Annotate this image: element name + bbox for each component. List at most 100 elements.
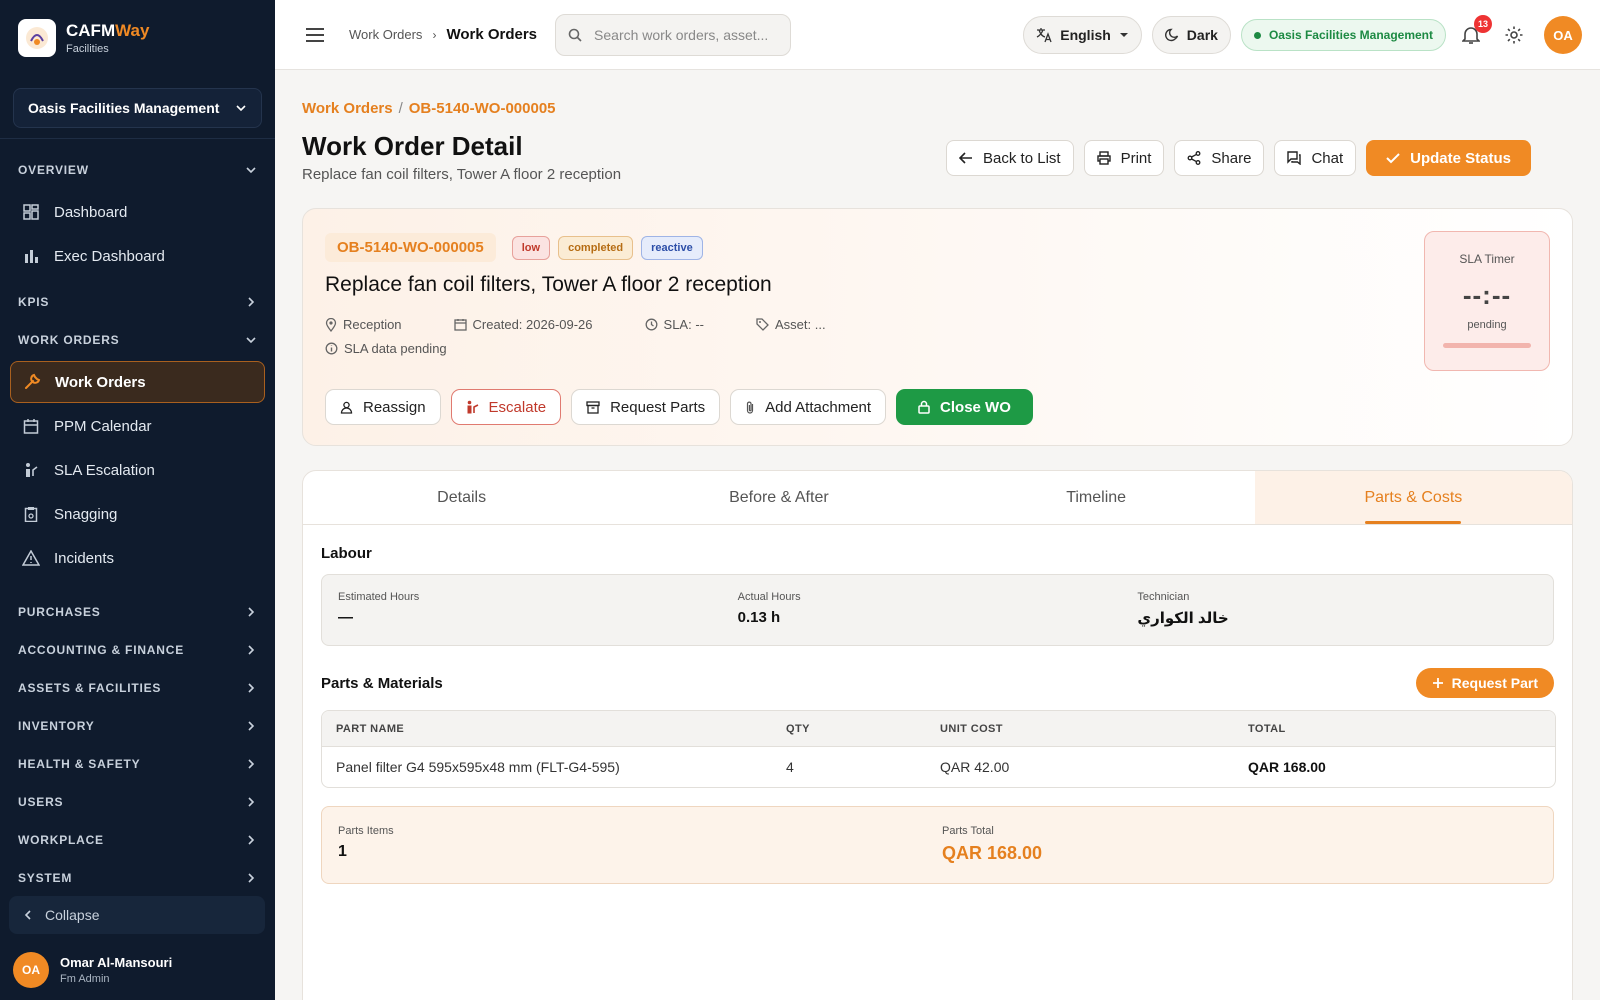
sidebar-item-work-orders[interactable]: Work Orders [10,361,265,403]
bar-chart-icon [22,247,40,265]
section-overview[interactable]: OVERVIEW [0,151,275,189]
section-system[interactable]: SYSTEM [0,859,275,897]
breadcrumb-current[interactable]: OB-5140-WO-000005 [409,100,556,117]
tab-parts-costs[interactable]: Parts & Costs [1254,471,1572,524]
divider [0,138,275,139]
language-selector[interactable]: English [1023,16,1142,54]
sidebar-item-label: SLA Escalation [54,461,155,479]
hamburger-icon[interactable] [305,27,325,43]
search-icon [568,28,582,42]
sidebar: CAFMWay Facilities Oasis Facilities Mana… [0,0,275,1000]
col-qty: QTY [772,711,926,747]
status-badge: completed [558,235,634,260]
sidebar-item-exec-dashboard[interactable]: Exec Dashboard [10,235,265,277]
share-button[interactable]: Share [1174,140,1265,176]
sidebar-item-snagging[interactable]: Snagging [10,493,265,535]
sla-timer-label: SLA Timer [1459,252,1515,266]
cell-qty: 4 [786,759,794,775]
meta-created: Created: 2026-09-26 [453,317,619,332]
section-assets[interactable]: ASSETS & FACILITIES [0,669,275,707]
chevron-left-icon [23,909,33,921]
user-profile[interactable]: OA Omar Al-Mansouri Fm Admin [13,952,172,988]
work-order-code: OB-5140-WO-000005 [325,233,496,262]
button-label: Chat [1311,149,1344,167]
actual-hours-label: Actual Hours [737,591,801,603]
header-actions: Back to List Print Share Chat Update Sta… [936,140,1531,176]
collapse-button[interactable]: Collapse [9,896,265,934]
location-pin-icon [325,317,337,332]
theme-toggle[interactable]: Dark [1151,16,1231,54]
back-to-list-button[interactable]: Back to List [946,140,1074,176]
request-parts-button[interactable]: Request Parts [571,389,721,425]
actual-hours: Actual Hours 0.13 h [738,591,1138,629]
sidebar-item-ppm-calendar[interactable]: PPM Calendar [10,405,265,447]
technician-label: Technician [1137,591,1190,603]
avatar: OA [13,952,49,988]
section-kpis[interactable]: KPIS [0,283,275,321]
col-unit-cost: UNIT COST [926,711,1234,747]
moon-icon [1164,28,1179,42]
sidebar-item-incidents[interactable]: Incidents [10,537,265,579]
section-purchases[interactable]: PURCHASES [0,593,275,631]
section-users[interactable]: USERS [0,783,275,821]
section-label: HEALTH & SAFETY [18,757,141,771]
parts-summary: Parts Items 1 Parts Total QAR 168.00 [321,806,1554,884]
parts-total: Parts Total QAR 168.00 [942,825,1042,865]
section-accounting[interactable]: ACCOUNTING & FINANCE [0,631,275,669]
work-order-tabs-panel: Details Before & After Timeline Parts & … [302,470,1573,1000]
meta-asset-text: Asset: ... [775,317,826,332]
cell-unit-cost: QAR 42.00 [940,759,1010,775]
settings-button[interactable] [1504,25,1524,45]
parts-total-label: Parts Total [942,825,994,837]
box-icon [586,400,600,414]
escalate-button[interactable]: Escalate [450,389,562,425]
sla-timer-card: SLA Timer --:-- pending [1424,231,1550,371]
sidebar-item-dashboard[interactable]: Dashboard [10,191,265,233]
share-icon [1187,151,1201,165]
meta-location: Reception [325,317,428,332]
button-label: Print [1120,149,1152,167]
brand-sub: Facilities [66,43,109,55]
chevron-right-icon [248,797,255,807]
labour-panel: Estimated Hours — Actual Hours 0.13 h Te… [321,574,1554,646]
print-button[interactable]: Print [1083,140,1165,176]
wrench-icon [23,373,41,391]
sidebar-item-sla-escalation[interactable]: SLA Escalation [10,449,265,491]
table-row[interactable]: Panel filter G4 595x595x48 mm (FLT-G4-59… [322,747,1555,787]
request-part-button[interactable]: Request Part [1415,668,1554,698]
escalation-icon [466,400,479,414]
org-status-badge[interactable]: Oasis Facilities Management [1240,19,1446,51]
chat-button[interactable]: Chat [1274,140,1357,176]
sidebar-item-label: PPM Calendar [54,417,152,435]
section-workplace[interactable]: WORKPLACE [0,821,275,859]
update-status-button[interactable]: Update Status [1366,140,1531,176]
chevron-down-icon [246,167,256,174]
button-label: Add Attachment [765,398,872,416]
labour-title: Labour [321,545,372,562]
user-avatar[interactable]: OA [1544,16,1582,54]
tag-icon [756,318,769,331]
meta-created-text: Created: 2026-09-26 [472,317,593,332]
reassign-button[interactable]: Reassign [325,389,441,425]
meta-sla: SLA: -- [645,317,730,332]
work-order-tags: OB-5140-WO-000005 low completed reactive [325,233,711,262]
technician-value: خالد الكواري [1137,610,1229,627]
org-selector[interactable]: Oasis Facilities Management [13,88,262,128]
breadcrumb-work-orders[interactable]: Work Orders [302,100,393,117]
brand[interactable]: CAFMWay Facilities [0,0,275,76]
tab-details[interactable]: Details [303,471,620,524]
tab-timeline[interactable]: Timeline [938,471,1255,524]
search-input[interactable]: Search work orders, asset... [555,13,792,56]
section-health-safety[interactable]: HEALTH & SAFETY [0,745,275,783]
notifications-button[interactable]: 13 [1462,15,1492,45]
close-wo-button[interactable]: Close WO [896,389,1033,425]
parts-header: Parts & Materials Request Part [321,668,1554,698]
topbar-breadcrumb-parent[interactable]: Work Orders [349,27,422,42]
section-work-orders[interactable]: WORK ORDERS [0,321,275,359]
lock-icon [918,400,930,414]
tab-before-after[interactable]: Before & After [620,471,937,524]
cell-total: QAR 168.00 [1248,759,1326,775]
section-inventory[interactable]: INVENTORY [0,707,275,745]
work-order-title: Replace fan coil filters, Tower A floor … [325,273,772,296]
add-attachment-button[interactable]: Add Attachment [730,389,887,425]
